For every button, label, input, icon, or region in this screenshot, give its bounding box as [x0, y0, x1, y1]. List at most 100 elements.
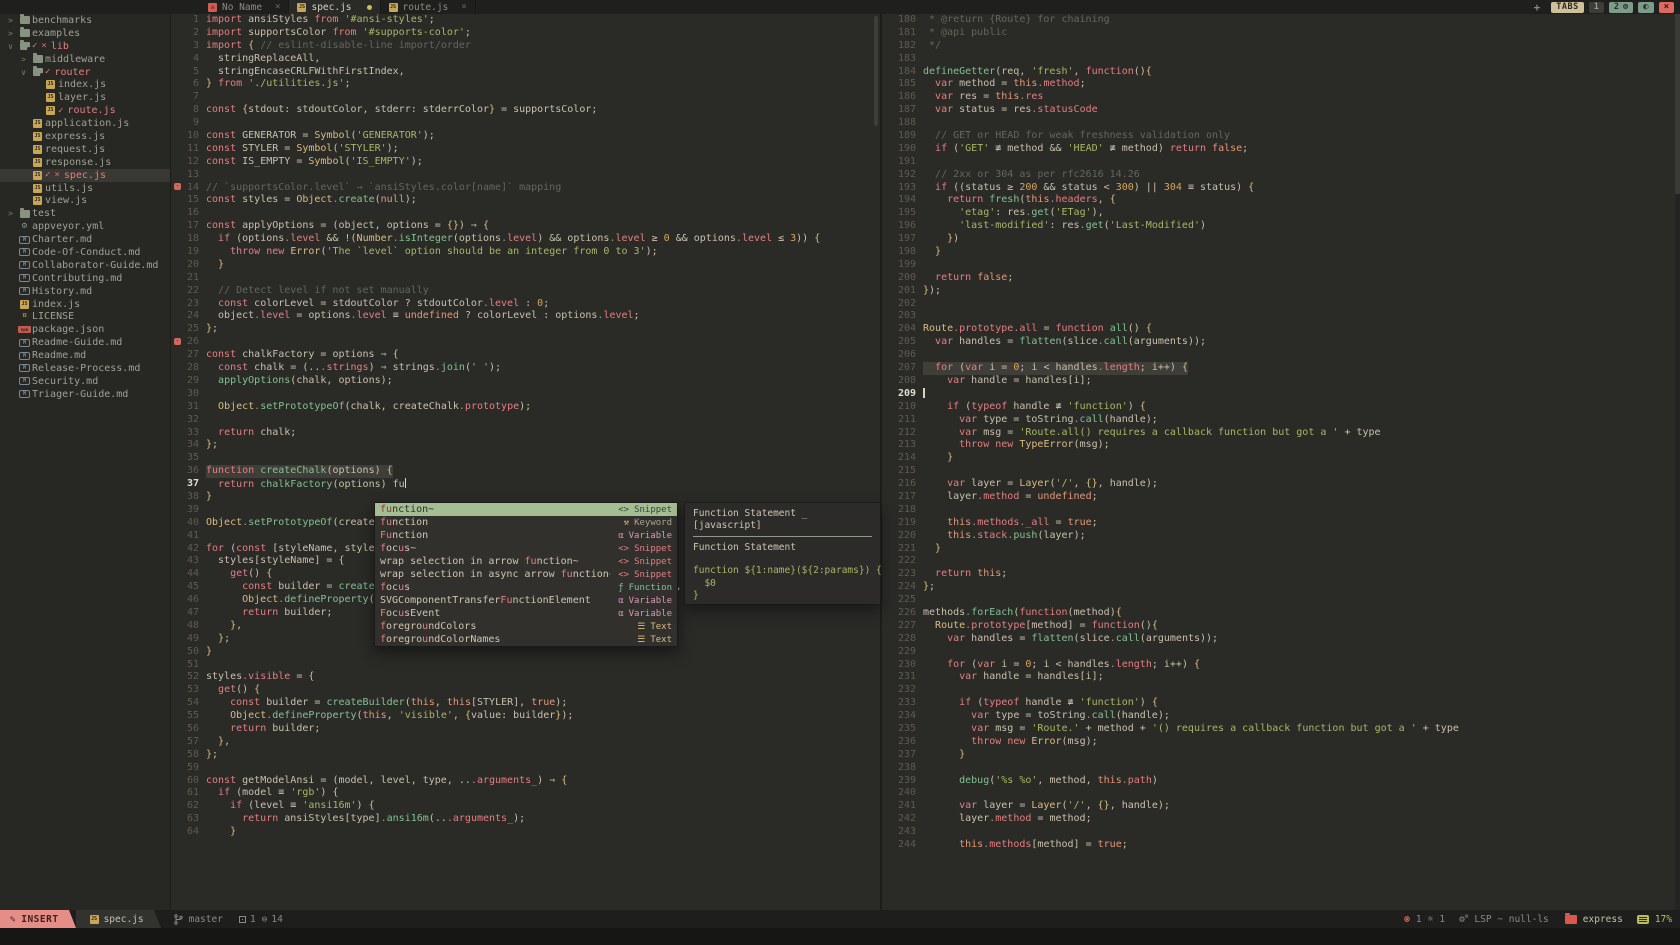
code-line[interactable]: 189 // GET or HEAD for weak freshness va…: [882, 130, 1680, 143]
sidebar-item-request-js[interactable]: JSrequest.js: [0, 143, 170, 156]
code-line[interactable]: 201});: [882, 285, 1680, 298]
tab-spec-js[interactable]: JSspec.js: [289, 0, 380, 14]
code-line[interactable]: 15const styles = Object.create(null);: [171, 194, 880, 207]
code-line[interactable]: 190 if ('GET' ≢ method && 'HEAD' ≢ metho…: [882, 143, 1680, 156]
code-line[interactable]: 220 this.stack.push(layer);: [882, 530, 1680, 543]
code-line[interactable]: 212 var msg = 'Route.all() requires a ca…: [882, 427, 1680, 440]
code-line[interactable]: 37 return chalkFactory(options) fu: [171, 478, 880, 491]
chevron-down-icon[interactable]: ∨: [17, 68, 30, 77]
sidebar-item-code-of-conduct-md[interactable]: MCode-Of-Conduct.md: [0, 246, 170, 259]
tab-close-icon[interactable]: ×: [275, 2, 280, 12]
code-line[interactable]: 64 }: [171, 826, 880, 839]
code-line[interactable]: 204Route.prototype.all = function all() …: [882, 323, 1680, 336]
chevron-right-icon[interactable]: >: [17, 55, 30, 64]
command-line[interactable]: [0, 928, 1680, 945]
code-line[interactable]: 234 var type = toString.call(handle);: [882, 710, 1680, 723]
sidebar-item-layer-js[interactable]: JSlayer.js: [0, 91, 170, 104]
code-line[interactable]: 222: [882, 555, 1680, 568]
sidebar-item-security-md[interactable]: MSecurity.md: [0, 375, 170, 388]
tab-group-1-badge[interactable]: 1: [1589, 2, 1604, 13]
completion-item[interactable]: wrap selection in async arrow function~<…: [375, 568, 677, 581]
code-line[interactable]: 186 var res = this.res: [882, 91, 1680, 104]
sidebar-item-application-js[interactable]: JSapplication.js: [0, 117, 170, 130]
code-line[interactable]: 208 var handle = handles[i];: [882, 375, 1680, 388]
sidebar-item-route-js[interactable]: JS✓route.js: [0, 104, 170, 117]
code-line[interactable]: 19 throw new Error('The `level` option s…: [171, 246, 880, 259]
tab-group-2-badge[interactable]: 2 ⊗: [1609, 2, 1633, 13]
code-line[interactable]: 6} from './utilities.js';: [171, 78, 880, 91]
code-line[interactable]: 219 this.methods._all = true;: [882, 517, 1680, 530]
layout-toggle-icon[interactable]: ◐: [1638, 2, 1653, 13]
scrollbar-track[interactable]: [1675, 14, 1680, 910]
chevron-down-icon[interactable]: ∨: [4, 42, 17, 51]
sidebar-item-benchmarks[interactable]: >benchmarks: [0, 14, 170, 27]
code-line[interactable]: 51: [171, 659, 880, 672]
editor-pane-right[interactable]: 180 * @return {Route} for chaining181 * …: [880, 14, 1680, 910]
tab-no-name[interactable]: ≡No Name×: [200, 0, 289, 14]
code-line[interactable]: 197 }): [882, 233, 1680, 246]
code-line[interactable]: 8const {stdout: stdoutColor, stderr: std…: [171, 104, 880, 117]
new-tab-button[interactable]: +: [1528, 2, 1547, 13]
sidebar-item-readme-guide-md[interactable]: MReadme-Guide.md: [0, 336, 170, 349]
chevron-right-icon[interactable]: >: [4, 29, 17, 38]
sidebar-item-test[interactable]: >test: [0, 207, 170, 220]
tabs-mode-badge[interactable]: TABS: [1551, 2, 1583, 13]
completion-item[interactable]: FocusEventαVariable: [375, 607, 677, 620]
completion-item[interactable]: foregroundColorNames☰Text: [375, 633, 677, 646]
code-line[interactable]: 36function createChalk(options) {: [171, 465, 880, 478]
code-line[interactable]: 35: [171, 452, 880, 465]
code-line[interactable]: 238: [882, 762, 1680, 775]
code-line[interactable]: 225: [882, 594, 1680, 607]
sidebar-item-express-js[interactable]: JSexpress.js: [0, 130, 170, 143]
code-line[interactable]: 200 return false;: [882, 272, 1680, 285]
code-line[interactable]: 235 var msg = 'Route.' + method + '() re…: [882, 723, 1680, 736]
code-line[interactable]: 205 var handles = flatten(slice.call(arg…: [882, 336, 1680, 349]
code-line[interactable]: 33 return chalk;: [171, 427, 880, 440]
code-line[interactable]: 199: [882, 259, 1680, 272]
code-line[interactable]: 231 var handle = handles[i];: [882, 671, 1680, 684]
code-line[interactable]: 194 return fresh(this.headers, {: [882, 194, 1680, 207]
code-line[interactable]: 24 object.level = options.level ≡ undefi…: [171, 310, 880, 323]
code-line[interactable]: 242 layer.method = method;: [882, 813, 1680, 826]
sidebar-item-view-js[interactable]: JSview.js: [0, 194, 170, 207]
code-line[interactable]: 13: [171, 169, 880, 182]
code-line[interactable]: 56 return builder;: [171, 723, 880, 736]
scrollbar-thumb[interactable]: [874, 16, 878, 126]
code-line[interactable]: 28 const chalk = (...strings) ⇒ strings.…: [171, 362, 880, 375]
code-line[interactable]: 198 }: [882, 246, 1680, 259]
code-line[interactable]: 211 var type = toString.call(handle);: [882, 414, 1680, 427]
code-line[interactable]: 181 * @api public: [882, 27, 1680, 40]
code-line[interactable]: 224};: [882, 581, 1680, 594]
circle-close-icon[interactable]: ⊗: [1623, 2, 1628, 12]
code-line[interactable]: 50}: [171, 646, 880, 659]
sidebar-item-index-js[interactable]: JSindex.js: [0, 78, 170, 91]
code-line[interactable]: 207 for (var i = 0; i < handles.length; …: [882, 362, 1680, 375]
code-line[interactable]: 195 'etag': res.get('ETag'),: [882, 207, 1680, 220]
code-line[interactable]: 228 var handles = flatten(slice.call(arg…: [882, 633, 1680, 646]
code-line[interactable]: 193 if ((status ≥ 200 && status < 300) |…: [882, 182, 1680, 195]
code-line[interactable]: 180 * @return {Route} for chaining: [882, 14, 1680, 27]
sidebar-item-appveyor-yml[interactable]: ⚙appveyor.yml: [0, 220, 170, 233]
sidebar-item-spec-js[interactable]: JS✓×spec.js: [0, 169, 170, 182]
code-line[interactable]: 184defineGetter(req, 'fresh', function()…: [882, 66, 1680, 79]
code-line[interactable]: 10const GENERATOR = Symbol('GENERATOR');: [171, 130, 880, 143]
code-line[interactable]: 239 debug('%s %o', method, this.path): [882, 775, 1680, 788]
code-line[interactable]: 20 }: [171, 259, 880, 272]
code-line[interactable]: 183: [882, 53, 1680, 66]
code-line[interactable]: 214 }: [882, 452, 1680, 465]
code-line[interactable]: 192 // 2xx or 304 as per rfc2616 14.26: [882, 169, 1680, 182]
code-line[interactable]: 3import { // eslint-disable-line import/…: [171, 40, 880, 53]
code-line[interactable]: 61 if (model ≡ 'rgb') {: [171, 787, 880, 800]
code-line[interactable]: 9: [171, 117, 880, 130]
sidebar-item-utils-js[interactable]: JSutils.js: [0, 182, 170, 195]
code-line[interactable]: 196 'last-modified': res.get('Last-Modif…: [882, 220, 1680, 233]
code-line[interactable]: 240: [882, 787, 1680, 800]
completion-item[interactable]: foregroundColors☰Text: [375, 620, 677, 633]
scrollbar-thumb[interactable]: [1675, 14, 1680, 194]
code-line[interactable]: 5 stringEncaseCRLFWithFirstIndex,: [171, 66, 880, 79]
code-line[interactable]: -26: [171, 336, 880, 349]
code-line[interactable]: 232: [882, 684, 1680, 697]
code-line[interactable]: 206: [882, 349, 1680, 362]
window-close-button[interactable]: ×: [1659, 2, 1674, 13]
code-line[interactable]: 215: [882, 465, 1680, 478]
